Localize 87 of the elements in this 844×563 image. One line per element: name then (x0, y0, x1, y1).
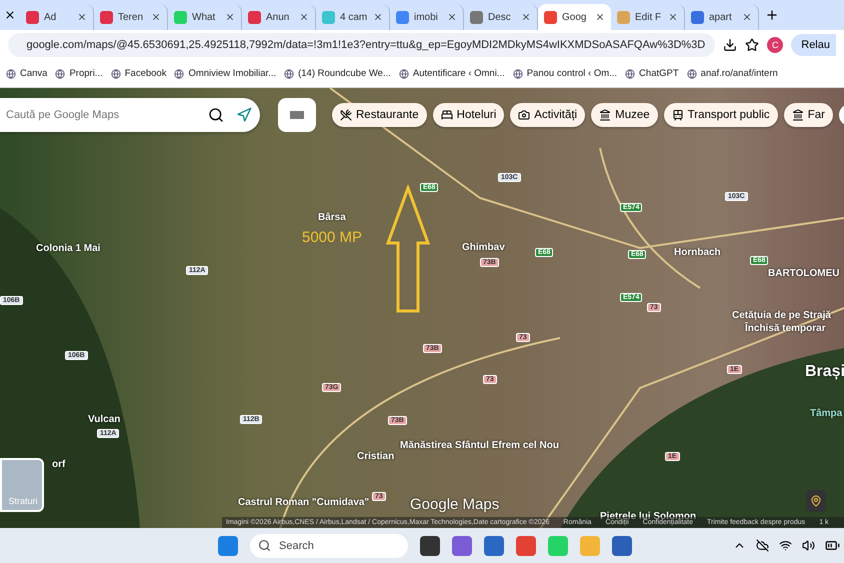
museum-icon (599, 109, 612, 121)
site-icon (100, 10, 113, 24)
site-icon (248, 10, 261, 24)
taskbar-search[interactable]: Search (250, 534, 408, 558)
site-icon (174, 10, 187, 24)
address-bar[interactable]: google.com/maps/@45.6530691,25.4925118,7992m/data=!3m1!1e3?entry=ttu&g_ep=EgoyMDI2MDkyMS4wIKXMDSoASAFQAw%3D%3D (8, 33, 716, 57)
area-label: 5000 MP (302, 229, 362, 246)
place-label: BARTOLOMEU (768, 268, 840, 279)
train-icon (672, 109, 684, 121)
globe-icon (6, 68, 16, 78)
category-chip[interactable]: Hoteluri (432, 103, 504, 127)
start-icon[interactable] (218, 536, 238, 556)
browser-tab[interactable]: Goog (538, 4, 611, 30)
globe-icon (625, 68, 636, 78)
app-icon[interactable] (420, 536, 440, 556)
place-label: Mănăstirea Sfântul Efrem cel Nou (400, 440, 559, 451)
place-label: Ghimbav (462, 242, 505, 253)
site-icon (26, 10, 39, 24)
place-label: Hornbach (674, 247, 721, 258)
site-icon (617, 10, 630, 24)
place-label: Cristian (357, 451, 394, 462)
globe-icon (686, 68, 697, 78)
place-label: Bârsa (318, 212, 346, 223)
url-text: google.com/maps/@45.6530691,25.4925118,7992m/data=!3m1!1e3?entry=ttu&g_ep=EgoyMDI2MDkyMS4wIKXMDSoASAFQAw%3D%3D (26, 39, 706, 51)
volume-icon[interactable] (802, 539, 815, 552)
install-icon[interactable] (723, 38, 738, 52)
bookmark-link[interactable]: anaf.ro/anaf/intern (686, 68, 778, 79)
category-chip[interactable]: Restaurante (332, 103, 427, 127)
bookmark-link[interactable]: Panou control ‹ Om... (512, 68, 618, 79)
close-icon[interactable] (595, 12, 605, 22)
site-icon (470, 10, 483, 24)
search-icon (258, 539, 271, 552)
place-label: orf (52, 459, 66, 470)
cloud-off-icon[interactable] (756, 539, 769, 552)
app-icon[interactable] (484, 536, 504, 556)
close-icon[interactable] (447, 12, 457, 22)
place-label: Vulcan (88, 414, 120, 425)
bookmark-link[interactable]: Autentificare ‹ Omni... (398, 68, 505, 79)
pin-icon (810, 495, 822, 507)
close-icon[interactable] (668, 12, 678, 22)
bookmark-link[interactable]: Facebook (110, 68, 166, 79)
globe-icon (512, 68, 523, 78)
place-label: Colonia 1 Mai (36, 243, 100, 254)
search-field[interactable]: Caută pe Google Maps (0, 98, 260, 132)
bookmark-link[interactable]: Canva (6, 68, 48, 79)
close-icon[interactable] (151, 12, 161, 22)
app-icon[interactable] (612, 536, 632, 556)
globe-icon (398, 68, 409, 78)
camera-icon (518, 109, 530, 121)
new-tab-icon[interactable] (765, 8, 779, 22)
site-icon (691, 10, 704, 24)
category-chip[interactable]: Activități (510, 103, 586, 127)
close-icon[interactable] (225, 12, 235, 22)
globe-icon (174, 68, 184, 78)
place-label: Brași (805, 363, 844, 381)
close-icon[interactable] (742, 12, 752, 22)
directions-icon[interactable] (236, 107, 252, 123)
site-icon (544, 10, 557, 24)
museum-icon (792, 109, 804, 121)
relaunch-button[interactable]: Relau (791, 34, 836, 56)
bookmark-star-icon[interactable] (745, 38, 760, 52)
category-chip[interactable]: Transport public (664, 103, 778, 127)
close-icon[interactable] (299, 12, 309, 22)
place-label: Tâmpa (810, 408, 842, 419)
bookmark-link[interactable]: (14) Roundcube We... (284, 68, 391, 79)
pegman-button[interactable] (806, 490, 826, 512)
bookmark-link[interactable]: Omniview Imobiliar... (174, 68, 276, 79)
google-maps-logo: Google Maps (410, 496, 500, 513)
close-icon[interactable] (373, 12, 383, 22)
globe-icon (284, 68, 294, 78)
close-icon[interactable] (521, 12, 531, 22)
globe-icon (55, 68, 66, 78)
globe-icon (110, 68, 121, 78)
bookmark-link[interactable]: Propri... (55, 68, 103, 79)
keyboard-button[interactable] (278, 98, 316, 132)
site-icon (322, 10, 335, 24)
close-icon[interactable] (77, 12, 87, 22)
site-icon (396, 10, 409, 24)
restaurant-icon (340, 109, 352, 121)
battery-icon[interactable] (825, 538, 840, 553)
close-icon[interactable] (4, 9, 16, 21)
bed-icon (440, 109, 453, 121)
category-chip[interactable]: Far (784, 103, 833, 127)
bookmark-link[interactable]: ChatGPT (625, 68, 679, 79)
search-icon[interactable] (208, 107, 224, 123)
category-chip[interactable]: Muzee (591, 103, 658, 127)
profile-avatar[interactable]: C (767, 37, 784, 53)
